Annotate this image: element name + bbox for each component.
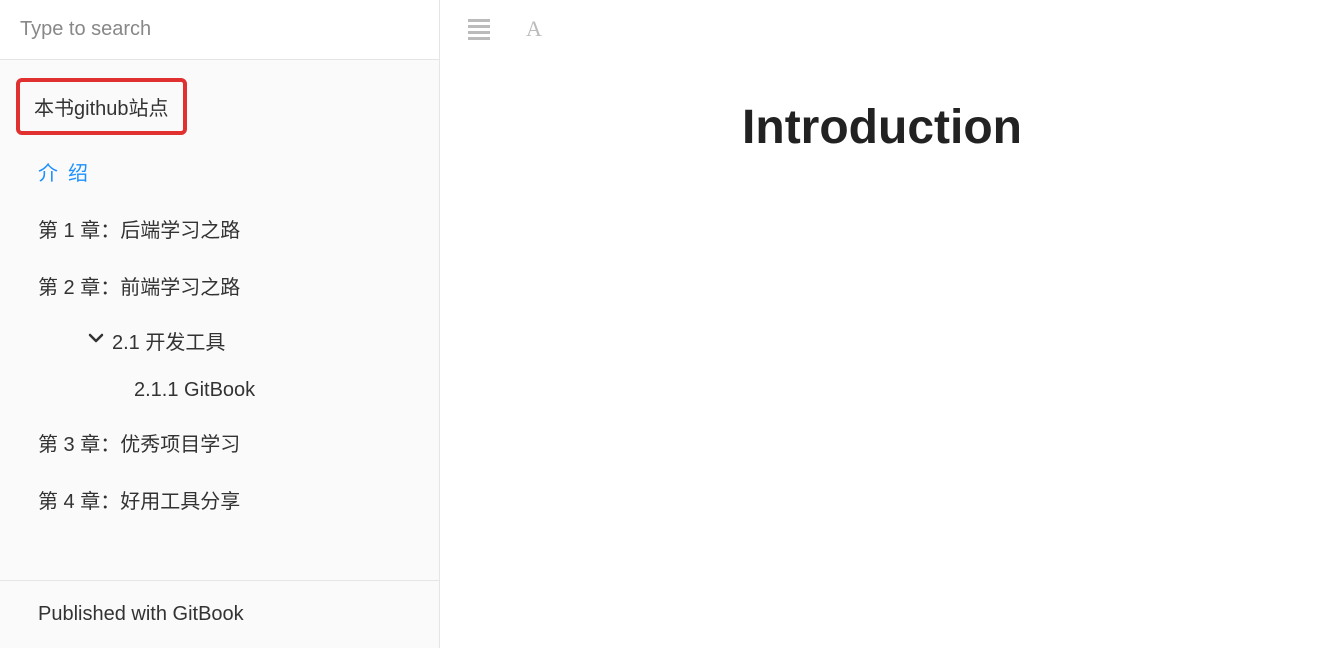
toolbar: A bbox=[468, 16, 542, 42]
nav-sub-item-label: 2.1 开发工具 bbox=[112, 326, 225, 355]
search-box bbox=[0, 0, 439, 60]
nav-sub: 2.1 开发工具 bbox=[0, 314, 439, 367]
nav-subsub-item-2-1-1[interactable]: 2.1.1 GitBook bbox=[134, 367, 439, 414]
nav-item-chapter-4[interactable]: 第 4 章：好用工具分享 bbox=[0, 471, 439, 528]
content: Introduction bbox=[440, 0, 1324, 155]
nav-item-chapter-3[interactable]: 第 3 章：优秀项目学习 bbox=[0, 414, 439, 471]
github-site-link[interactable]: 本书github站点 bbox=[16, 78, 187, 135]
nav-item-intro[interactable]: 介绍 bbox=[0, 143, 439, 200]
search-input[interactable] bbox=[20, 18, 419, 41]
nav-item-chapter-1[interactable]: 第 1 章：后端学习之路 bbox=[0, 200, 439, 257]
gitbook-footer-link[interactable]: Published with GitBook bbox=[0, 580, 439, 648]
page-title: Introduction bbox=[440, 100, 1324, 155]
nav-item-chapter-2[interactable]: 第 2 章：前端学习之路 bbox=[0, 257, 439, 314]
main: A Introduction bbox=[440, 0, 1324, 648]
nav: 本书github站点 介绍 第 1 章：后端学习之路 第 2 章：前端学习之路 … bbox=[0, 60, 439, 580]
sidebar: 本书github站点 介绍 第 1 章：后端学习之路 第 2 章：前端学习之路 … bbox=[0, 0, 440, 648]
nav-subsub: 2.1.1 GitBook bbox=[0, 367, 439, 414]
font-icon[interactable]: A bbox=[526, 16, 542, 42]
menu-icon[interactable] bbox=[468, 19, 490, 40]
nav-sub-item-2-1[interactable]: 2.1 开发工具 bbox=[88, 314, 439, 367]
chevron-down-icon bbox=[88, 329, 104, 352]
